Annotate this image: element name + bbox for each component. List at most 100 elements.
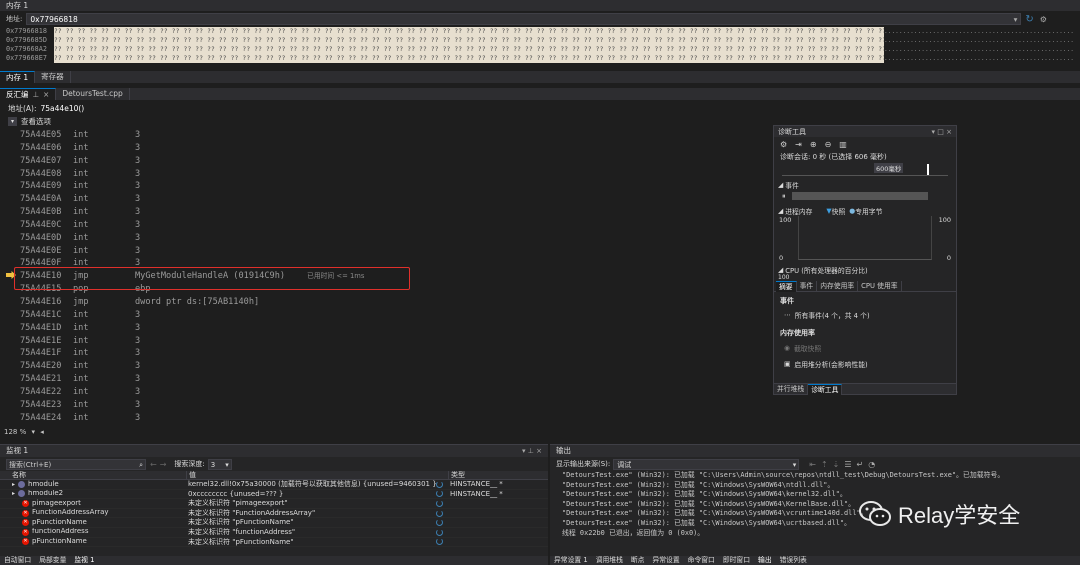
clock-icon[interactable]: ◔ [868,460,875,469]
watch-row[interactable]: ✕ FunctionAddressArray 未定义标识符 "FunctionAdd… [0,509,548,519]
close-icon[interactable]: × [536,447,542,455]
back-icon[interactable]: ← [150,460,157,469]
watch-value[interactable]: kernel32.dll!0x75a30000 (加载符号以获取其他信息) {u… [186,480,436,489]
instruction-row[interactable]: 75A44E0D int 3 [20,232,760,245]
refresh-icon[interactable] [436,480,443,488]
chart-icon[interactable]: ▥ [839,140,847,149]
disasm-address-input[interactable]: 75a44e10() [41,104,85,113]
scroll-left-icon[interactable]: ◂ [40,428,44,436]
watch-value[interactable]: 未定义标识符 "FunctionAddressArray" [186,509,436,518]
col-value[interactable]: 值 [186,471,448,479]
zoom-level[interactable]: 128 % ▾ ◂ [4,428,44,436]
memory-row-bytes[interactable]: ?? ?? ?? ?? ?? ?? ?? ?? ?? ?? ?? ?? ?? ?… [54,27,884,36]
chevron-down-icon[interactable]: ▾ [31,428,35,436]
instruction-row[interactable]: 75A44E0C int 3 [20,219,760,232]
pause-icon[interactable]: ⏸ [782,192,786,201]
maximize-icon[interactable]: □ [937,128,944,136]
tab-watch-1[interactable]: 监视 1 [70,556,98,565]
timeline[interactable]: 600毫秒 [782,162,948,176]
instruction-row[interactable]: 75A44E1F int 3 [20,347,760,360]
collapse-icon[interactable]: ◢ [778,207,783,215]
output-source-select[interactable]: 调试 ▾ [613,458,800,470]
search-icon[interactable]: ⌕ [139,460,143,470]
chevron-down-icon[interactable]: ▾ [8,116,17,126]
watch-value[interactable]: 0xcccccccc {unused=??? } [186,490,436,499]
zoom-out-icon[interactable]: ⊖ [825,140,832,149]
tab-locals[interactable]: 局部变量 [35,556,70,565]
expand-icon[interactable]: ▸ [12,480,15,489]
refresh-icon[interactable] [436,499,443,507]
wrap-icon[interactable]: ↵ [857,460,864,469]
find-icon[interactable]: ⇤ [809,460,816,469]
col-type[interactable]: 类型 [448,471,465,479]
tab-registers[interactable]: 寄存器 [35,71,71,83]
tab-memory-usage[interactable]: 内存使用率 [817,281,859,292]
col-name[interactable]: 名称 [0,471,186,479]
watch-search-input[interactable]: 搜索(Ctrl+E) ⌕ [6,458,146,470]
zoom-in-icon[interactable]: ⊕ [810,140,817,149]
instruction-row[interactable]: 75A44E05 int 3 [20,129,760,142]
disasm-scrollbar[interactable] [1066,101,1076,438]
instruction-row[interactable]: 75A44E16 jmp dword ptr ds:[75AB1140h] [20,296,760,309]
instruction-row[interactable]: 75A44E09 int 3 [20,180,760,193]
instruction-row[interactable]: 75A44E1E int 3 [20,335,760,348]
depth-select[interactable]: 3 ▾ [207,458,232,470]
instruction-row[interactable]: 75A44E0A int 3 [20,193,760,206]
instruction-row[interactable]: 75A44E23 int 3 [20,399,760,412]
watch-row[interactable]: ✕ pFunctionName 未定义标识符 "pFunctionName" [0,518,548,528]
tab-error-list[interactable]: 错误列表 [776,556,811,565]
pin-icon[interactable]: ⊥ [33,89,40,100]
tab-breakpoints[interactable]: 断点 [627,556,649,565]
tab-immediate-window[interactable]: 即时窗口 [719,556,754,565]
refresh-icon[interactable] [436,528,443,536]
tab-detourstest-cpp[interactable]: DetoursTest.cpp [56,88,130,100]
pin-icon[interactable]: ⊥ [528,447,534,455]
watch-value[interactable]: 未定义标识符 "pimageexport" [186,499,436,508]
tab-call-stack[interactable]: 调用堆栈 [592,556,627,565]
instruction-row[interactable]: 75A44E1D int 3 [20,322,760,335]
instruction-row[interactable]: 75A44E0B int 3 [20,206,760,219]
dropdown-icon[interactable]: ▾ [522,447,526,455]
refresh-icon[interactable] [436,538,443,546]
tab-output[interactable]: 输出 [754,556,776,565]
collapse-icon[interactable]: ◢ [778,181,783,189]
chevron-down-icon[interactable]: ▾ [1014,14,1018,25]
tab-command-window[interactable]: 命令窗口 [684,556,719,565]
tab-autos[interactable]: 自动窗口 [0,556,35,565]
watch-row[interactable]: ▸ hmodule2 0xcccccccc {unused=??? } HINSTAN… [0,490,548,500]
heap-analysis-toggle[interactable]: 启用堆分析(会影响性能) [794,359,867,369]
memory-address-input[interactable]: 0x77966818 ▾ [26,13,1022,25]
tab-exception-settings[interactable]: 异常设置 [648,556,683,565]
instruction-row[interactable]: 75A44E07 int 3 [20,155,760,168]
gear-icon[interactable]: ⚙ [780,140,787,149]
view-options-label[interactable]: 查看选项 [21,116,51,127]
watch-row[interactable]: ✕ pimageexport 未定义标识符 "pimageexport" [0,499,548,509]
watch-value[interactable]: 未定义标识符 "pFunctionName" [186,538,436,547]
refresh-icon[interactable] [436,490,443,498]
tab-events[interactable]: 事件 [797,281,818,292]
refresh-icon[interactable] [436,509,443,517]
instruction-row[interactable]: 75A44E24 int 3 [20,412,760,425]
memory-row-bytes[interactable]: ?? ?? ?? ?? ?? ?? ?? ?? ?? ?? ?? ?? ?? ?… [54,36,884,45]
tab-disassembly[interactable]: 反汇编 ⊥ × [0,88,57,100]
tab-cpu-usage[interactable]: CPU 使用率 [858,281,902,292]
toolbar-icon[interactable]: ⚙ [1040,15,1047,24]
instruction-row[interactable]: 75A44E1C int 3 [20,309,760,322]
instruction-row[interactable]: 75A44E06 int 3 [20,142,760,155]
memory-row-bytes[interactable]: ?? ?? ?? ?? ?? ?? ?? ?? ?? ?? ?? ?? ?? ?… [54,54,884,63]
take-snapshot-button[interactable]: 截取快照 [794,343,821,353]
tab-memory-1[interactable]: 内存 1 [0,71,36,83]
instruction-row[interactable]: 75A44E21 int 3 [20,373,760,386]
dropdown-icon[interactable]: ▾ [932,128,936,136]
tab-diagnostics-tools[interactable]: 诊断工具 [808,384,843,395]
collapse-icon[interactable]: ◢ [778,266,783,274]
memory-row-bytes[interactable]: ?? ?? ?? ?? ?? ?? ?? ?? ?? ?? ?? ?? ?? ?… [54,45,884,54]
tab-summary[interactable]: 摘要 [776,281,797,292]
watch-row[interactable]: ✕ pFunctionName 未定义标识符 "pFunctionName" [0,538,548,548]
tab-exception-settings-1[interactable]: 异常设置 1 [550,556,592,565]
watch-value[interactable]: 未定义标识符 "pFunctionName" [186,518,436,527]
close-icon[interactable]: × [946,128,952,136]
watch-value[interactable]: 未定义标识符 "functionAddress" [186,528,436,537]
clear-icon[interactable]: ☰ [844,460,851,469]
next-icon[interactable]: ⇣ [833,460,840,469]
